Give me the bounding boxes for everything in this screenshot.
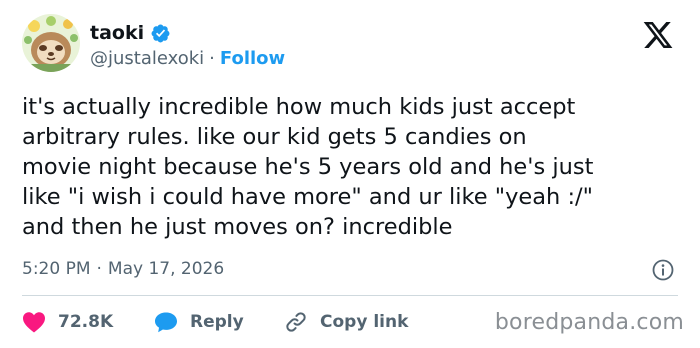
tweet-card: taoki @justalexoki · Follow it's actuall…	[0, 0, 700, 348]
avatar-image	[22, 14, 80, 72]
tweet-text-line: arbitrary rules. like our kid gets 5 can…	[22, 124, 527, 150]
like-button[interactable]: 72.8K	[22, 311, 154, 333]
copy-link-button[interactable]: Copy link	[284, 310, 408, 334]
watermark: boredpanda.com	[494, 310, 684, 335]
tweet-text: it's actually incredible how much kids j…	[22, 92, 682, 242]
tweet-text-line: it's actually incredible how much kids j…	[22, 94, 576, 120]
verified-badge-icon	[151, 24, 170, 42]
avatar[interactable]	[22, 14, 80, 72]
heart-icon	[23, 312, 45, 333]
author-name-row: taoki	[90, 22, 171, 44]
follow-button[interactable]: Follow	[220, 48, 285, 69]
reply-bubble-icon	[155, 312, 177, 333]
tweet-actions: 72.8K Reply Copy link	[22, 308, 408, 336]
reply-label: Reply	[190, 312, 244, 332]
tweet-time: 5:20 PM	[22, 259, 91, 279]
divider	[22, 295, 678, 296]
author-handle-row: @justalexoki · Follow	[90, 48, 285, 69]
like-count: 72.8K	[58, 312, 114, 332]
author-handle[interactable]: @justalexoki	[90, 48, 204, 69]
handle-separator: ·	[209, 48, 215, 69]
tweet-date: May 17, 2026	[107, 259, 225, 279]
tweet-text-line: movie night because he's 5 years old and…	[22, 154, 594, 180]
info-icon[interactable]	[651, 258, 675, 282]
copy-link-label: Copy link	[320, 312, 409, 332]
link-icon	[286, 312, 306, 332]
author-display-name[interactable]: taoki	[90, 22, 144, 44]
tweet-text-line: like "i wish i could have more" and ur l…	[22, 184, 593, 210]
tweet-timestamp[interactable]: 5:20 PM · May 17, 2026	[22, 259, 224, 279]
tweet-text-line: and then he just moves on? incredible	[22, 214, 453, 240]
x-logo-icon[interactable]	[641, 19, 675, 51]
timestamp-separator: ·	[96, 259, 102, 279]
reply-button[interactable]: Reply	[154, 311, 284, 333]
